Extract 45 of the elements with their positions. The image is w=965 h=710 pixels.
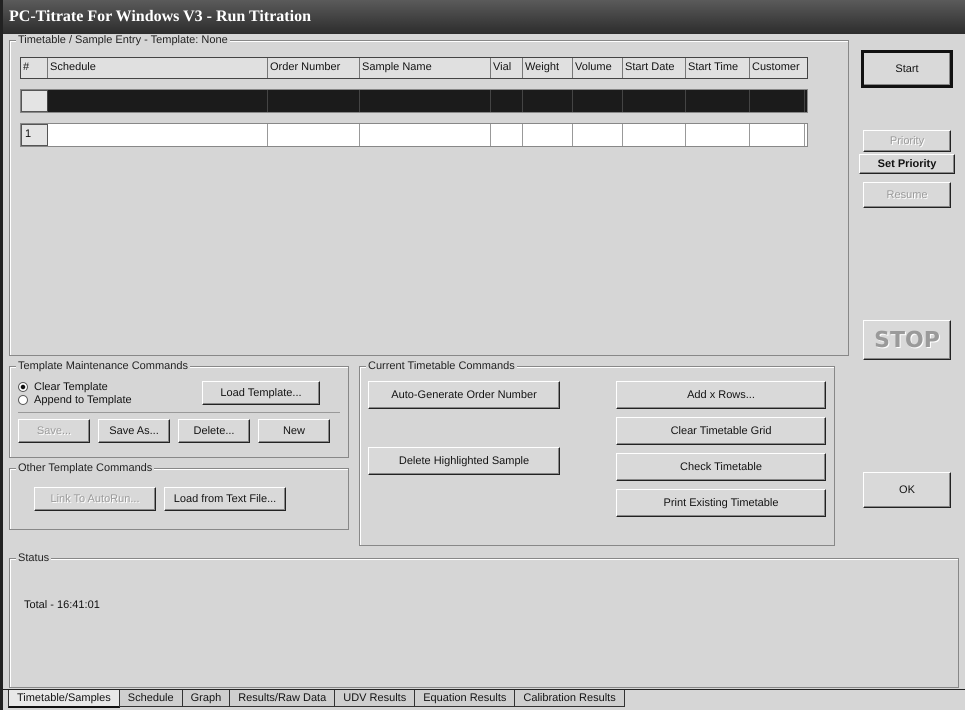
load-template-button[interactable]: Load Template... (202, 381, 320, 405)
tab[interactable]: Schedule (118, 690, 183, 707)
group-title: Other Template Commands (16, 462, 154, 474)
tab[interactable]: Timetable/Samples (8, 690, 120, 708)
tab[interactable]: Graph (182, 690, 230, 707)
column-header: Start Date (623, 58, 686, 78)
column-header: # (21, 58, 48, 78)
tab[interactable]: UDV Results (334, 690, 416, 707)
tab[interactable]: Calibration Results (514, 690, 625, 707)
column-header: Schedule (48, 58, 268, 78)
column-header: Customer (751, 60, 801, 75)
group-title: Status (16, 552, 52, 564)
group-title: Current Timetable Commands (366, 360, 517, 372)
command-button[interactable]: Load from Text File... (164, 487, 286, 511)
command-button[interactable]: Check Timetable (616, 453, 826, 481)
row-number: 1 (21, 124, 48, 146)
ok-button[interactable]: OK (863, 472, 951, 508)
table-row[interactable] (20, 89, 808, 113)
radio-button[interactable] (18, 382, 28, 392)
group-title: Timetable / Sample Entry - Template: None (16, 34, 230, 46)
command-button[interactable]: Delete... (178, 419, 250, 443)
command-button[interactable]: Delete Highlighted Sample (368, 447, 560, 475)
command-button[interactable]: Add x Rows... (616, 381, 826, 409)
column-header: Start Time (686, 58, 750, 78)
group-title: Template Maintenance Commands (16, 360, 190, 372)
column-header: Vial (491, 58, 523, 78)
command-button[interactable]: New (258, 419, 330, 443)
command-button[interactable]: Save As... (98, 419, 170, 443)
tab[interactable]: Equation Results (414, 690, 516, 707)
radio-button[interactable] (18, 395, 28, 405)
tab[interactable]: Results/Raw Data (229, 690, 336, 707)
radio-label: Append to Template (34, 394, 132, 406)
command-button[interactable]: Clear Timetable Grid (616, 417, 826, 445)
start-button[interactable]: Start (861, 50, 953, 88)
status-text: Total - 16:41:01 (24, 599, 101, 611)
set-priority-button[interactable]: Set Priority (859, 154, 955, 174)
radio-label: Clear Template (34, 381, 108, 393)
column-header: Sample Name (360, 58, 491, 78)
column-header: Volume (573, 58, 623, 78)
window-title: PC-Titrate For Windows V3 - Run Titration (9, 8, 311, 26)
column-header: Order Number (268, 58, 360, 78)
command-button[interactable]: Print Existing Timetable (616, 489, 826, 517)
command-button[interactable]: Auto-Generate Order Number (368, 381, 560, 409)
table-row[interactable]: 1 (20, 123, 808, 147)
column-header: Weight (523, 58, 573, 78)
